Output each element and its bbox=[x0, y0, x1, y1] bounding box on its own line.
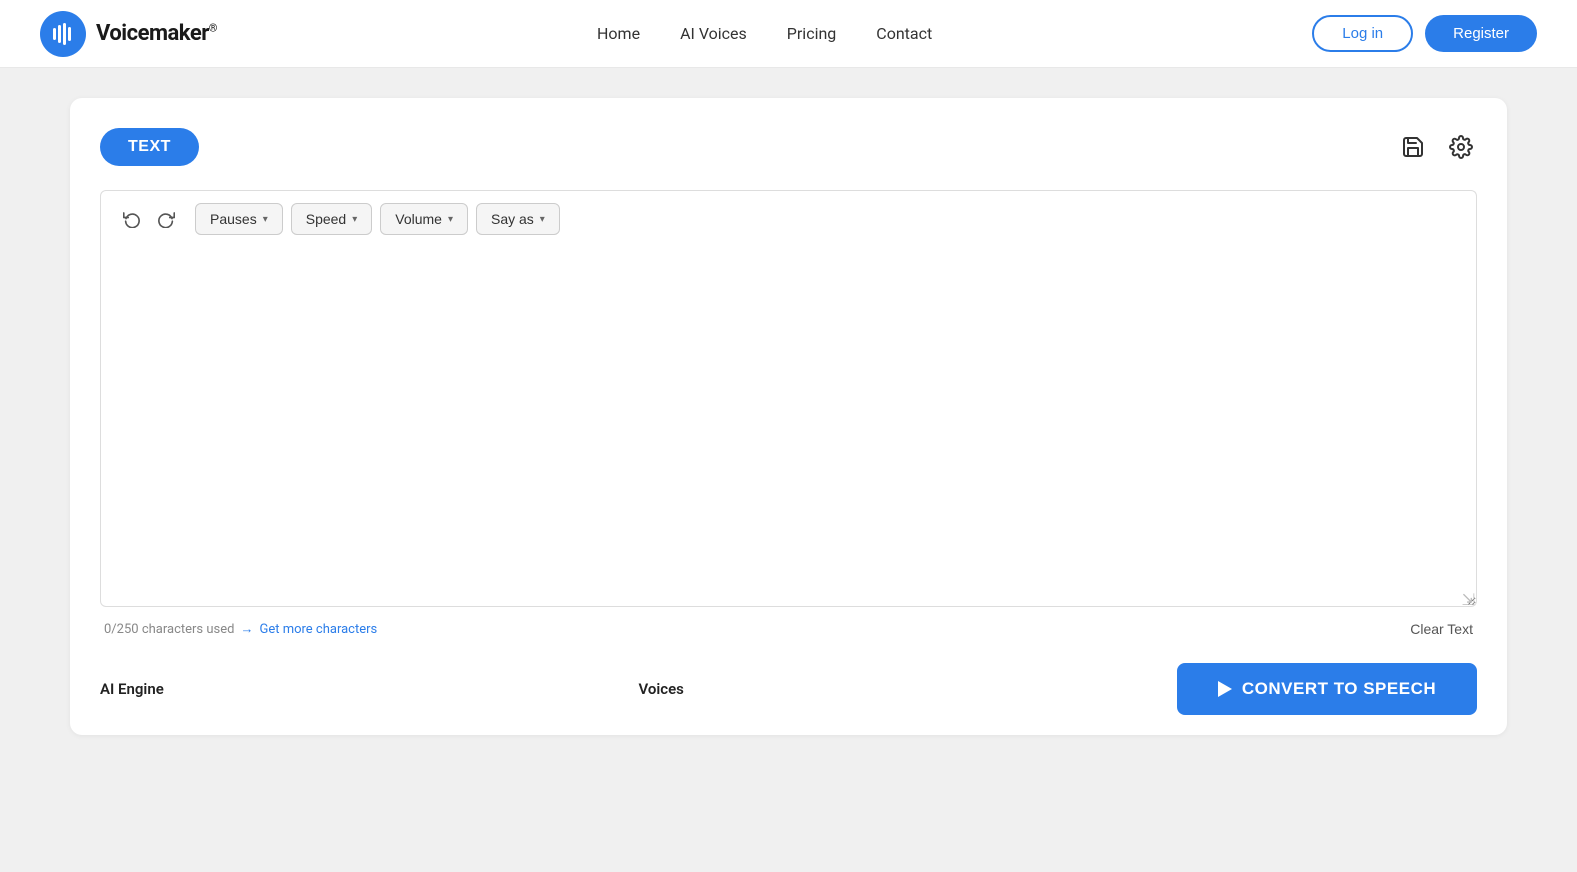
voices-label: Voices bbox=[639, 680, 939, 698]
nav-link-ai-voices[interactable]: AI Voices bbox=[680, 24, 747, 43]
char-count-text: 0/250 characters used bbox=[104, 622, 234, 637]
char-count-left: 0/250 characters used → Get more charact… bbox=[104, 621, 377, 637]
voices-section: Voices bbox=[639, 680, 939, 698]
navbar-actions: Log in Register bbox=[1312, 15, 1537, 52]
nav-links: Home AI Voices Pricing Contact bbox=[597, 24, 932, 43]
speed-chevron-icon: ▾ bbox=[352, 214, 357, 225]
char-count-row: 0/250 characters used → Get more charact… bbox=[100, 611, 1477, 647]
nav-link-pricing[interactable]: Pricing bbox=[787, 24, 837, 43]
save-button[interactable] bbox=[1397, 131, 1429, 163]
card-header: TEXT bbox=[100, 128, 1477, 166]
nav-link-contact[interactable]: Contact bbox=[876, 24, 932, 43]
bottom-row: AI Engine Voices CONVERT TO SPEECH bbox=[100, 647, 1477, 735]
settings-button[interactable] bbox=[1445, 131, 1477, 163]
ai-engine-section: AI Engine bbox=[100, 680, 400, 698]
undo-redo-group bbox=[117, 206, 181, 232]
undo-button[interactable] bbox=[117, 206, 147, 232]
volume-dropdown[interactable]: Volume ▾ bbox=[380, 203, 468, 235]
save-icon bbox=[1401, 135, 1425, 159]
brand-icon bbox=[50, 21, 76, 47]
main-content: TEXT bbox=[0, 68, 1577, 765]
arrow-right-icon: → bbox=[240, 621, 253, 637]
login-button[interactable]: Log in bbox=[1312, 15, 1413, 52]
get-more-characters-link[interactable]: Get more characters bbox=[259, 622, 377, 637]
convert-to-speech-button[interactable]: CONVERT TO SPEECH bbox=[1177, 663, 1477, 715]
nav-link-home[interactable]: Home bbox=[597, 24, 640, 43]
convert-label: CONVERT TO SPEECH bbox=[1242, 679, 1436, 699]
card-header-icons bbox=[1397, 131, 1477, 163]
settings-icon bbox=[1449, 135, 1473, 159]
redo-button[interactable] bbox=[151, 206, 181, 232]
register-button[interactable]: Register bbox=[1425, 15, 1537, 52]
text-editor-wrapper: ⇲ bbox=[100, 247, 1477, 611]
ai-engine-label: AI Engine bbox=[100, 680, 400, 698]
undo-icon bbox=[123, 210, 141, 228]
editor-toolbar: Pauses ▾ Speed ▾ Volume ▾ Say as ▾ bbox=[100, 190, 1477, 247]
navbar: Voicemaker® Home AI Voices Pricing Conta… bbox=[0, 0, 1577, 68]
clear-text-button[interactable]: Clear Text bbox=[1410, 621, 1473, 637]
volume-chevron-icon: ▾ bbox=[448, 214, 453, 225]
say-as-chevron-icon: ▾ bbox=[540, 214, 545, 225]
play-icon bbox=[1218, 681, 1232, 697]
brand-name: Voicemaker® bbox=[96, 21, 217, 46]
main-card: TEXT bbox=[70, 98, 1507, 735]
say-as-dropdown[interactable]: Say as ▾ bbox=[476, 203, 560, 235]
redo-icon bbox=[157, 210, 175, 228]
speed-dropdown[interactable]: Speed ▾ bbox=[291, 203, 373, 235]
text-tab-button[interactable]: TEXT bbox=[100, 128, 199, 166]
text-editor[interactable] bbox=[100, 247, 1477, 607]
brand-logo bbox=[40, 11, 86, 57]
pauses-dropdown[interactable]: Pauses ▾ bbox=[195, 203, 283, 235]
brand: Voicemaker® bbox=[40, 11, 217, 57]
pauses-chevron-icon: ▾ bbox=[263, 214, 268, 225]
